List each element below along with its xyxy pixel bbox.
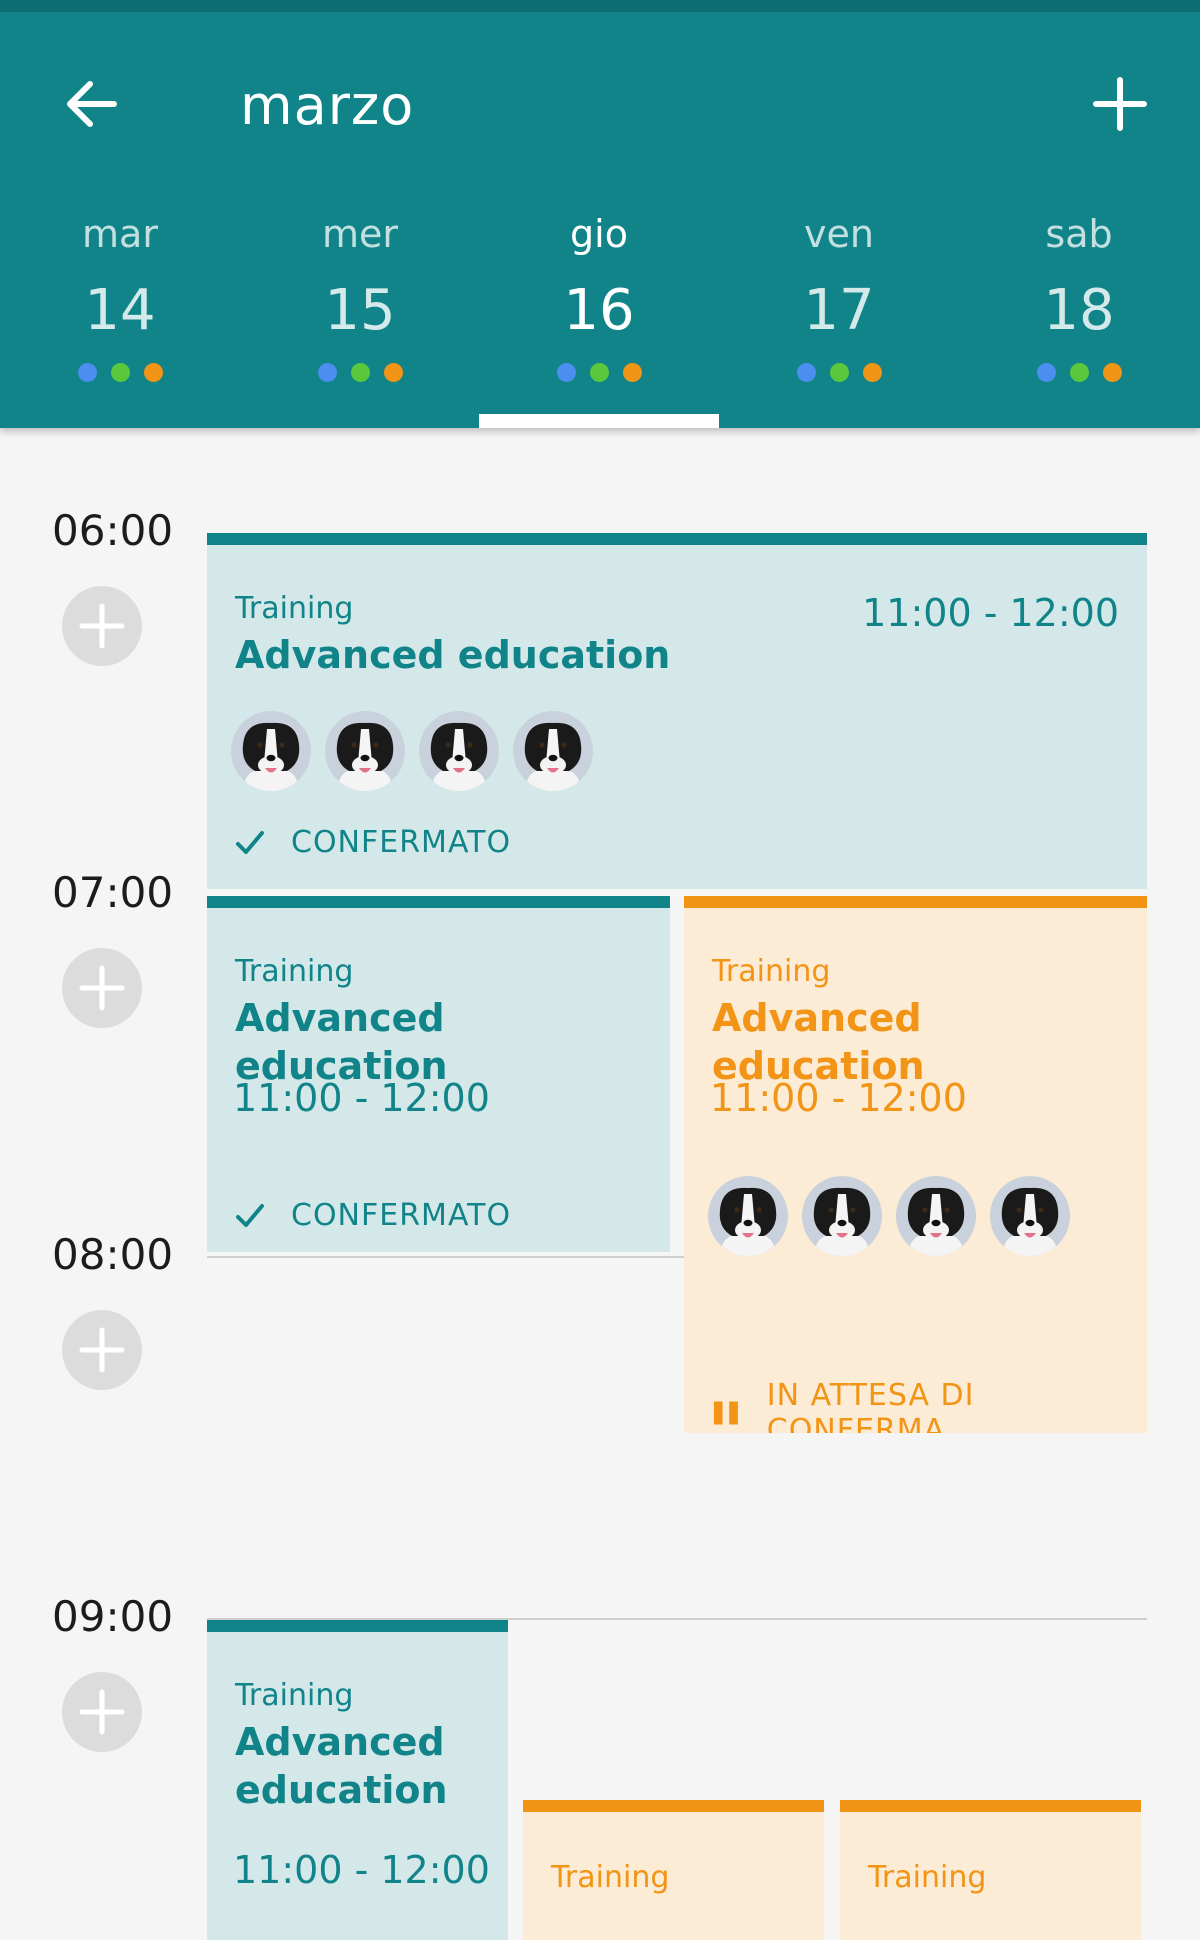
day-tab-18[interactable]: sab 18 bbox=[959, 200, 1199, 420]
plus-icon bbox=[79, 603, 125, 649]
event-card[interactable]: Training bbox=[840, 1800, 1141, 1940]
participant-avatars bbox=[708, 1176, 1070, 1256]
event-status-label: CONFERMATO bbox=[291, 1198, 512, 1233]
event-dot-orange bbox=[383, 363, 403, 382]
event-time: 11:00 - 12:00 bbox=[233, 1848, 490, 1892]
participant-avatars bbox=[231, 711, 593, 791]
event-dot-orange bbox=[1102, 363, 1122, 382]
event-category: Training bbox=[235, 591, 354, 626]
plus-icon bbox=[1093, 77, 1147, 131]
dog-avatar bbox=[231, 711, 311, 791]
event-dot-orange bbox=[143, 363, 163, 382]
day-number: 14 bbox=[84, 278, 156, 343]
day-number: 15 bbox=[324, 278, 396, 343]
event-time: 11:00 - 12:00 bbox=[233, 1076, 490, 1120]
dog-avatar bbox=[708, 1176, 788, 1256]
event-dots bbox=[959, 363, 1199, 382]
day-tab-16[interactable]: gio 16 bbox=[479, 200, 719, 420]
event-time: 11:00 - 12:00 bbox=[862, 591, 1119, 635]
event-status: IN ATTESA DI CONFERMA bbox=[712, 1378, 1147, 1433]
hour-label: 08:00 bbox=[52, 1230, 174, 1279]
arrow-left-icon bbox=[67, 81, 117, 127]
hour-label: 06:00 bbox=[52, 506, 174, 555]
event-dots bbox=[0, 363, 240, 382]
event-dots bbox=[719, 363, 959, 382]
event-dot-green bbox=[829, 363, 849, 382]
hour-grid-line bbox=[207, 1256, 687, 1258]
event-dot-green bbox=[110, 363, 130, 382]
event-status: CONFERMATO bbox=[235, 825, 511, 860]
day-name: gio bbox=[570, 212, 628, 256]
app-header: marzo mar 14 mer 15 gio 16 ven 17 sab 18 bbox=[0, 0, 1200, 428]
event-dot-green bbox=[1069, 363, 1089, 382]
event-title: Advanced education bbox=[235, 1720, 448, 1812]
event-dots bbox=[240, 363, 480, 382]
day-tab-17[interactable]: ven 17 bbox=[719, 200, 959, 420]
event-card[interactable]: Training bbox=[523, 1800, 824, 1940]
day-tab-14[interactable]: mar 14 bbox=[0, 200, 240, 420]
day-number: 18 bbox=[1043, 278, 1115, 343]
selected-day-indicator bbox=[479, 414, 719, 428]
add-slot-button[interactable] bbox=[62, 1672, 142, 1752]
event-card[interactable]: Training Advanced education 11:00 - 12:0… bbox=[684, 896, 1147, 1433]
event-dots bbox=[479, 363, 719, 382]
event-dot-blue bbox=[1036, 363, 1056, 382]
add-slot-button[interactable] bbox=[62, 586, 142, 666]
event-dot-blue bbox=[796, 363, 816, 382]
day-name: ven bbox=[804, 212, 874, 256]
event-status-label: CONFERMATO bbox=[291, 825, 512, 860]
event-time: 11:00 - 12:00 bbox=[710, 1076, 967, 1120]
dog-avatar bbox=[896, 1176, 976, 1256]
dog-avatar bbox=[990, 1176, 1070, 1256]
day-name: mer bbox=[321, 212, 399, 256]
dog-avatar bbox=[513, 711, 593, 791]
month-title: marzo bbox=[240, 74, 415, 137]
check-icon bbox=[236, 830, 264, 854]
event-category: Training bbox=[712, 954, 831, 989]
add-slot-button[interactable] bbox=[62, 1310, 142, 1390]
event-dot-orange bbox=[862, 363, 882, 382]
event-status-label: IN ATTESA DI CONFERMA bbox=[766, 1378, 975, 1433]
dog-avatar bbox=[419, 711, 499, 791]
event-category: Training bbox=[235, 1678, 354, 1713]
event-card[interactable]: Training Advanced education 11:00 - 12:0… bbox=[207, 533, 1147, 889]
hour-label: 09:00 bbox=[52, 1592, 174, 1641]
dog-avatar bbox=[802, 1176, 882, 1256]
event-dot-green bbox=[589, 363, 609, 382]
day-number: 17 bbox=[803, 278, 875, 343]
hour-label: 07:00 bbox=[52, 868, 174, 917]
day-name: mar bbox=[82, 212, 158, 256]
back-button[interactable] bbox=[56, 68, 128, 140]
event-dot-blue bbox=[317, 363, 337, 382]
plus-icon bbox=[79, 1689, 125, 1735]
event-dot-orange bbox=[622, 363, 642, 382]
event-status: CONFERMATO bbox=[235, 1198, 511, 1233]
pause-icon bbox=[713, 1401, 738, 1425]
event-dot-blue bbox=[556, 363, 576, 382]
status-strip bbox=[0, 0, 1200, 12]
event-category: Training bbox=[235, 954, 354, 989]
event-dot-green bbox=[350, 363, 370, 382]
event-dot-blue bbox=[77, 363, 97, 382]
event-title: Advanced education bbox=[235, 633, 671, 677]
day-tab-15[interactable]: mer 15 bbox=[240, 200, 480, 420]
event-card[interactable]: Training Advanced education 11:00 - 12:0… bbox=[207, 1620, 508, 1940]
dog-avatar bbox=[325, 711, 405, 791]
add-slot-button[interactable] bbox=[62, 948, 142, 1028]
plus-icon bbox=[79, 1327, 125, 1373]
event-card[interactable]: Training Advanced education 11:00 - 12:0… bbox=[207, 896, 670, 1252]
event-category: Training bbox=[868, 1860, 987, 1895]
plus-icon bbox=[79, 965, 125, 1011]
day-number: 16 bbox=[563, 278, 635, 343]
check-icon bbox=[236, 1203, 264, 1227]
day-name: sab bbox=[1045, 212, 1113, 256]
event-category: Training bbox=[551, 1860, 670, 1895]
add-event-button[interactable] bbox=[1084, 68, 1156, 140]
